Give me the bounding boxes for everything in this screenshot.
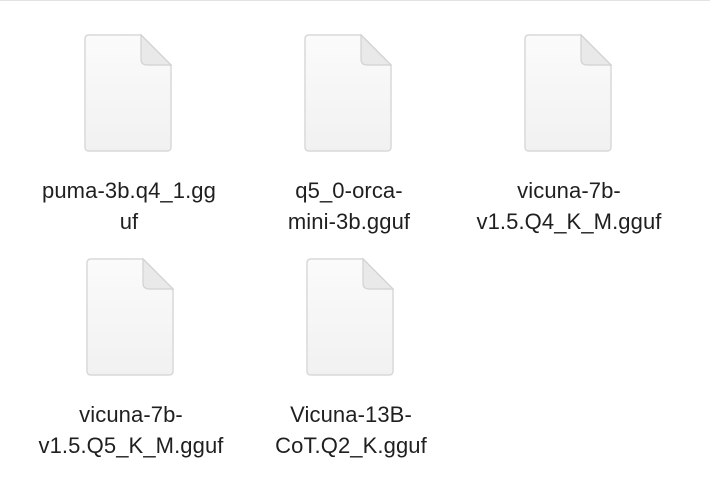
file-item-vicuna-7b-q5[interactable]: vicuna-7b- v1.5.Q5_K_M.gguf <box>21 257 241 461</box>
file-name: puma-3b.q4_1.gg uf <box>42 178 216 234</box>
document-icon <box>304 33 393 152</box>
file-item-vicuna-13b-cot[interactable]: Vicuna-13B- CoT.Q2_K.gguf <box>241 257 461 461</box>
document-icon <box>86 257 175 376</box>
finder-icon-view: puma-3b.q4_1.gg uf q5_0-orca- mini-3b.gg… <box>0 0 710 502</box>
file-item-vicuna-7b-q4[interactable]: vicuna-7b- v1.5.Q4_K_M.gguf <box>459 33 679 237</box>
document-icon <box>524 33 613 152</box>
document-icon <box>84 33 173 152</box>
file-item-q5-0-orca-mini-3b[interactable]: q5_0-orca- mini-3b.gguf <box>239 33 459 237</box>
file-name: q5_0-orca- mini-3b.gguf <box>287 178 411 234</box>
file-name: vicuna-7b- v1.5.Q5_K_M.gguf <box>38 402 224 458</box>
document-icon <box>306 257 395 376</box>
file-name: Vicuna-13B- CoT.Q2_K.gguf <box>275 402 427 458</box>
file-item-puma-3b[interactable]: puma-3b.q4_1.gg uf <box>19 33 239 237</box>
file-name: vicuna-7b- v1.5.Q4_K_M.gguf <box>476 178 662 234</box>
